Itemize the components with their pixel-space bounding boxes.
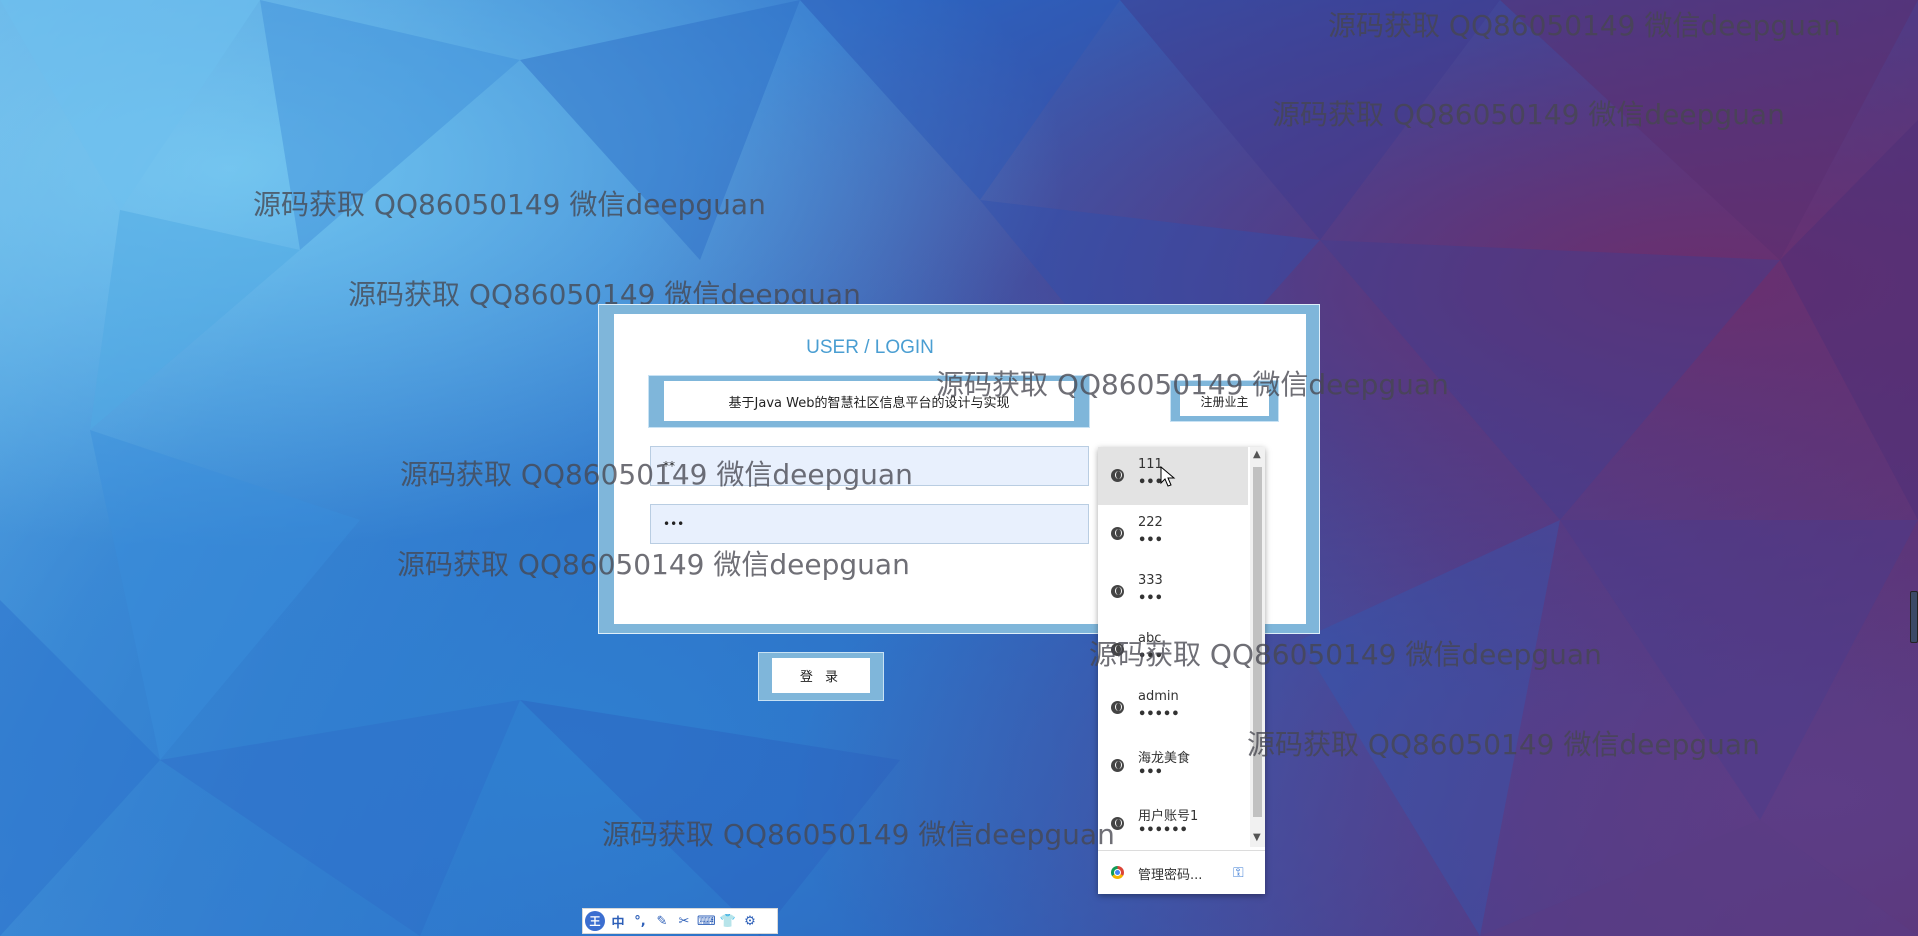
autofill-password: ••• bbox=[1138, 533, 1163, 548]
ime-chinese-mode-button[interactable]: 中 bbox=[609, 912, 627, 931]
autofill-username: 海龙美食 bbox=[1138, 751, 1191, 766]
autofill-password: •••••• bbox=[1138, 823, 1188, 838]
autofill-item[interactable]: 用户账号1 •••••• bbox=[1098, 795, 1248, 847]
autofill-password: ••• bbox=[1138, 765, 1163, 780]
autofill-item[interactable]: admin ••••• bbox=[1098, 679, 1248, 737]
ime-screenshot-icon[interactable]: ✂ bbox=[675, 914, 693, 929]
watermark: 源码获取 QQ86050149 微信deepguan bbox=[936, 368, 1449, 401]
autofill-username: 222 bbox=[1138, 515, 1163, 530]
ime-handwrite-icon[interactable]: ✎ bbox=[653, 914, 671, 929]
key-icon: ⚿ bbox=[1233, 865, 1244, 881]
autofill-password: ••• bbox=[1138, 591, 1163, 606]
password-value: ••• bbox=[663, 517, 685, 531]
watermark: 源码获取 QQ86050149 微信deepguan bbox=[1272, 98, 1785, 131]
globe-icon bbox=[1111, 585, 1124, 598]
watermark: 源码获取 QQ86050149 微信deepguan bbox=[253, 188, 766, 221]
login-button[interactable]: 登 录 bbox=[772, 658, 870, 693]
autofill-password: ••••• bbox=[1138, 707, 1180, 722]
globe-icon bbox=[1111, 759, 1124, 772]
ime-punctuation-button[interactable]: °, bbox=[631, 914, 649, 929]
side-widget-handle[interactable] bbox=[1910, 591, 1918, 643]
password-input[interactable]: ••• bbox=[650, 504, 1089, 544]
autofill-item[interactable]: 222 ••• bbox=[1098, 505, 1248, 563]
watermark: 源码获取 QQ86050149 微信deepguan bbox=[400, 458, 913, 491]
globe-icon bbox=[1111, 527, 1124, 540]
watermark: 源码获取 QQ86050149 微信deepguan bbox=[1247, 728, 1760, 761]
watermark: 源码获取 QQ86050149 微信deepguan bbox=[397, 548, 910, 581]
autofill-username: 用户账号1 bbox=[1138, 809, 1199, 824]
login-title: USER / LOGIN bbox=[806, 337, 934, 358]
manage-passwords-item[interactable]: 管理密码... ⚿ bbox=[1098, 851, 1265, 893]
watermark: 源码获取 QQ86050149 微信deepguan bbox=[602, 818, 1115, 851]
autofill-item[interactable]: 333 ••• bbox=[1098, 563, 1248, 621]
ime-keyboard-icon[interactable]: ⌨ bbox=[697, 914, 716, 929]
autofill-username: 333 bbox=[1138, 573, 1163, 588]
watermark: 源码获取 QQ86050149 微信deepguan bbox=[1089, 638, 1602, 671]
ime-toolbar: 王 中 °, ✎ ✂ ⌨ 👕 ⚙ bbox=[582, 908, 778, 934]
globe-icon bbox=[1111, 469, 1124, 482]
ime-settings-icon[interactable]: ⚙ bbox=[741, 914, 759, 929]
ime-skin-icon[interactable]: 👕 bbox=[719, 914, 737, 929]
autofill-item[interactable]: 海龙美食 ••• bbox=[1098, 737, 1248, 795]
scroll-up-arrow-icon[interactable]: ▲ bbox=[1253, 449, 1261, 460]
watermark: 源码获取 QQ86050149 微信deepguan bbox=[1328, 9, 1841, 42]
chrome-icon bbox=[1111, 866, 1124, 879]
globe-icon bbox=[1111, 701, 1124, 714]
autofill-username: admin bbox=[1138, 689, 1179, 704]
scroll-down-arrow-icon[interactable]: ▼ bbox=[1253, 832, 1261, 843]
manage-passwords-label: 管理密码... bbox=[1138, 868, 1203, 883]
mouse-cursor-icon bbox=[1160, 466, 1176, 487]
ime-logo-icon[interactable]: 王 bbox=[585, 911, 605, 931]
